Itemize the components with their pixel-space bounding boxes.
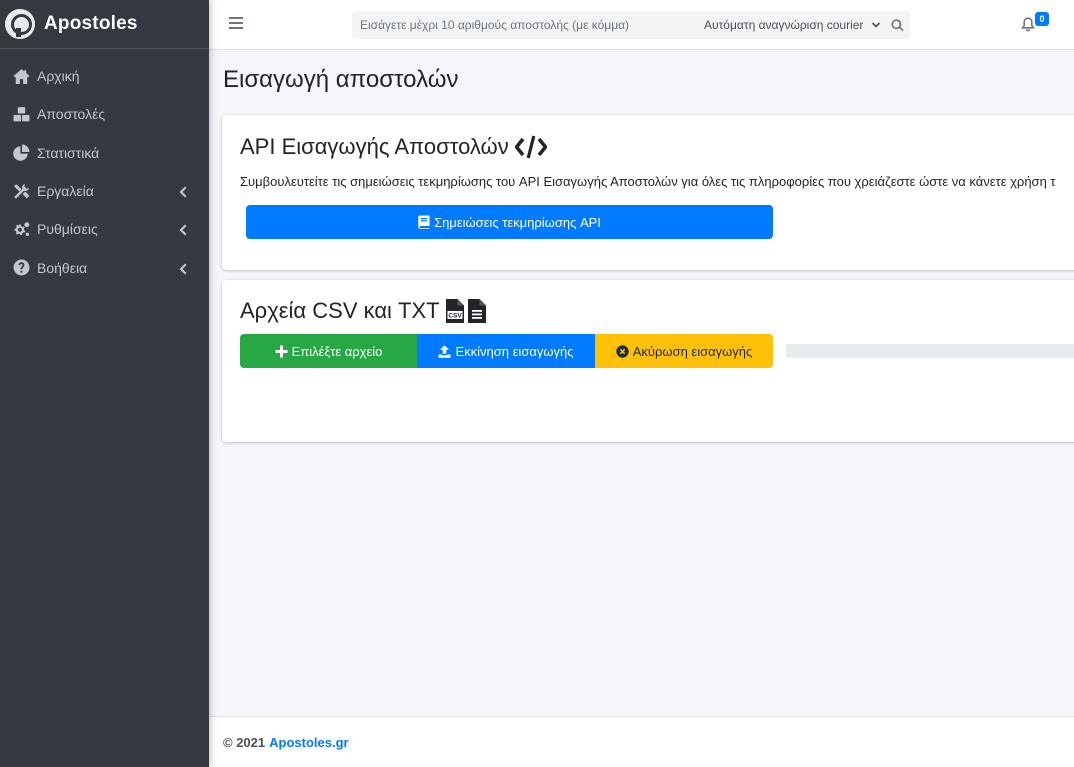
boxes-icon xyxy=(12,106,30,122)
text-file-icon xyxy=(467,299,486,323)
sidebar-item-statistics[interactable]: Στατιστικά xyxy=(0,134,209,172)
search-group: Αυτόματη αναγνώριση courier xyxy=(352,11,910,39)
sidebar-item-label: Αρχική xyxy=(37,68,80,85)
start-import-button[interactable]: Εκκίνηση εισαγωγής xyxy=(417,334,595,368)
book-icon xyxy=(418,215,430,229)
courier-select[interactable]: Αυτόματη αναγνώριση courier xyxy=(693,11,885,39)
chevron-left-icon xyxy=(178,223,187,236)
sidebar-item-settings[interactable]: Ρυθμίσεις xyxy=(0,210,209,248)
search-input[interactable] xyxy=(352,11,693,39)
files-card-title: Αρχεία CSV και TXT CSV xyxy=(240,298,486,324)
api-docs-button-label: Σημειώσεις τεκμηρίωσης API xyxy=(434,214,601,230)
import-progress-bar xyxy=(786,344,1074,358)
sidebar-item-label: Εργαλεία xyxy=(37,183,94,200)
notifications-bell-icon[interactable] xyxy=(1021,17,1035,32)
page-title: Εισαγωγή αποστολών xyxy=(223,66,459,93)
cancel-import-button[interactable]: Ακύρωση εισαγωγής xyxy=(595,334,773,368)
code-icon xyxy=(514,135,547,159)
csv-file-icon: CSV xyxy=(445,299,464,323)
brand-logo-icon xyxy=(5,9,35,39)
cogs-icon xyxy=(12,221,30,237)
tools-icon xyxy=(12,183,30,199)
cancel-import-button-label: Ακύρωση εισαγωγής xyxy=(632,343,753,359)
api-docs-button[interactable]: Σημειώσεις τεκμηρίωσης API xyxy=(246,205,773,239)
svg-text:CSV: CSV xyxy=(448,312,462,319)
api-card-description: Συμβουλευτείτε τις σημειώσεις τεκμηρίωση… xyxy=(240,174,1056,189)
api-card-title-text: API Εισαγωγής Αποστολών xyxy=(240,134,509,159)
sidebar-item-label: Στατιστικά xyxy=(37,144,100,161)
courier-select-value: Αυτόματη αναγνώριση courier xyxy=(704,18,864,32)
notifications-badge: 0 xyxy=(1035,12,1049,26)
start-import-button-label: Εκκίνηση εισαγωγής xyxy=(455,343,574,359)
files-card: Αρχεία CSV και TXT CSV Επιλέξτε αρχείο Ε… xyxy=(222,280,1074,442)
files-button-group: Επιλέξτε αρχείο Εκκίνηση εισαγωγής Ακύρω… xyxy=(240,334,773,368)
api-card: API Εισαγωγής Αποστολών Συμβουλευτείτε τ… xyxy=(222,115,1074,270)
topbar: Αυτόματη αναγνώριση courier 0 xyxy=(209,0,1074,50)
files-card-title-text: Αρχεία CSV και TXT xyxy=(240,298,440,323)
footer: © 2021 Apostoles.gr xyxy=(209,716,1074,767)
brand[interactable]: Apostoles xyxy=(0,0,209,49)
hamburger-menu-icon[interactable] xyxy=(229,17,243,31)
footer-site-link[interactable]: Apostoles.gr xyxy=(269,735,348,750)
choose-file-button[interactable]: Επιλέξτε αρχείο xyxy=(240,334,417,368)
choose-file-button-label: Επιλέξτε αρχείο xyxy=(291,343,383,359)
plus-icon xyxy=(275,345,288,357)
sidebar-item-label: Αποστολές xyxy=(37,106,106,123)
sidebar-item-label: Ρυθμίσεις xyxy=(37,221,98,238)
footer-copyright: © 2021 xyxy=(223,734,266,750)
search-button[interactable] xyxy=(885,11,910,39)
search-icon xyxy=(891,18,904,31)
times-circle-icon xyxy=(616,344,629,358)
sidebar-item-label: Βοήθεια xyxy=(37,259,88,276)
api-card-title: API Εισαγωγής Αποστολών xyxy=(240,134,547,160)
sidebar-item-tools[interactable]: Εργαλεία xyxy=(0,172,209,210)
question-circle-icon xyxy=(12,259,30,276)
brand-name: Apostoles xyxy=(44,13,138,34)
pie-chart-icon xyxy=(12,144,30,162)
sidebar-item-help[interactable]: Βοήθεια xyxy=(0,248,209,286)
chevron-down-icon xyxy=(871,22,881,28)
sidebar-nav: Αρχική Αποστολές Στατιστικά Εργαλεία Ρυθ… xyxy=(0,49,209,287)
upload-icon xyxy=(438,344,451,358)
sidebar-item-home[interactable]: Αρχική xyxy=(0,57,209,95)
home-icon xyxy=(12,68,30,84)
chevron-left-icon xyxy=(178,185,187,198)
sidebar: Apostoles Αρχική Αποστολές Στατιστικά Ερ… xyxy=(0,0,209,767)
sidebar-item-shipments[interactable]: Αποστολές xyxy=(0,95,209,133)
chevron-left-icon xyxy=(178,262,187,275)
